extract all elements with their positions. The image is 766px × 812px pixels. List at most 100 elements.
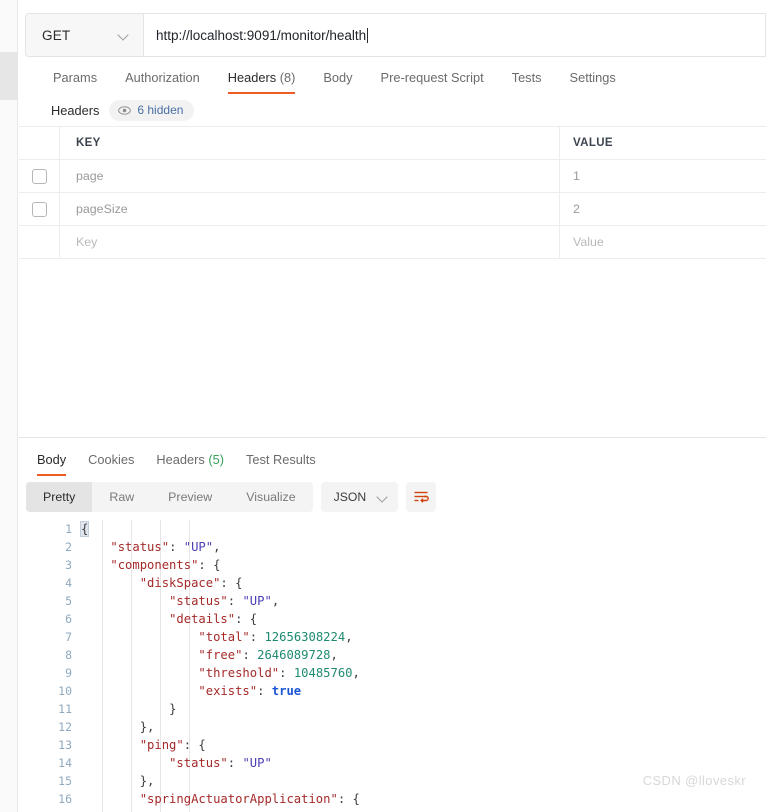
token-str: "UP" xyxy=(242,756,272,770)
response-format-select[interactable]: JSON xyxy=(320,482,398,512)
token-key: "status" xyxy=(110,540,170,554)
code-text: "components": { xyxy=(81,558,766,572)
token-punct: } xyxy=(169,702,177,716)
response-tab-test-results[interactable]: Test Results xyxy=(235,450,327,477)
code-text: "total": 12656308224, xyxy=(81,630,766,644)
headers-table: KEY VALUE page 1 pageSize 2 Key Value xyxy=(19,126,766,259)
line-number: 13 xyxy=(58,738,72,752)
token-punct: : xyxy=(242,648,258,662)
token-bool: true xyxy=(271,684,302,698)
code-text: "status": "UP", xyxy=(81,594,766,608)
tab-label: Headers xyxy=(156,452,205,467)
token-num: 12656308224 xyxy=(264,630,346,644)
row-key-cell[interactable]: page xyxy=(60,160,560,192)
row-value-text: 2 xyxy=(573,202,580,216)
view-mode-preview[interactable]: Preview xyxy=(151,482,229,512)
row-key-text: pageSize xyxy=(76,202,128,216)
line-number: 11 xyxy=(58,702,72,716)
code-line: 11 } xyxy=(19,700,766,718)
row-checkbox[interactable] xyxy=(31,168,47,184)
response-tab-body[interactable]: Body xyxy=(26,450,77,477)
tab-label: Settings xyxy=(569,70,616,85)
token-punct: : { xyxy=(198,558,221,572)
table-row[interactable]: page 1 xyxy=(19,160,766,193)
response-tab-headers[interactable]: Headers (5) xyxy=(145,450,235,477)
view-mode-raw[interactable]: Raw xyxy=(92,482,151,512)
row-value-cell[interactable]: Value xyxy=(560,226,766,258)
http-method-select[interactable]: GET xyxy=(25,13,143,57)
word-wrap-button[interactable] xyxy=(405,482,436,512)
token-punct: : xyxy=(169,540,184,554)
view-mode-visualize[interactable]: Visualize xyxy=(229,482,312,512)
row-value-cell[interactable]: 1 xyxy=(560,160,766,192)
code-line: 10 "exists": true xyxy=(19,682,766,700)
tab-label: Headers xyxy=(227,70,277,85)
response-body-viewer[interactable]: 1{2 "status": "UP", 3 "components": {4 "d… xyxy=(19,520,766,812)
request-tab-authorization[interactable]: Authorization xyxy=(111,64,214,96)
code-text: "status": "UP" xyxy=(81,756,766,770)
line-number: 6 xyxy=(65,612,72,626)
line-number: 15 xyxy=(58,774,72,788)
request-tab-pre-request-script[interactable]: Pre-request Script xyxy=(367,64,498,96)
word-wrap-icon xyxy=(414,491,429,503)
token-punct: : xyxy=(227,756,243,770)
line-number: 12 xyxy=(58,720,72,734)
token-key: "diskSpace" xyxy=(139,576,221,590)
line-number: 16 xyxy=(58,792,72,806)
code-text: "free": 2646089728, xyxy=(81,648,766,662)
table-row[interactable]: pageSize 2 xyxy=(19,193,766,226)
token-punct: { xyxy=(79,521,90,537)
token-key: "status" xyxy=(169,756,228,770)
table-row[interactable]: Key Value xyxy=(19,226,766,259)
request-tab-params[interactable]: Params xyxy=(45,64,111,96)
request-pane: GET http://localhost:9091/monitor/health… xyxy=(19,0,766,437)
response-tab-cookies[interactable]: Cookies xyxy=(77,450,145,477)
hidden-headers-count: 6 hidden xyxy=(137,103,184,117)
row-key-cell[interactable]: pageSize xyxy=(60,193,560,225)
response-toolbar: Pretty Raw Preview Visualize JSON xyxy=(26,482,436,512)
code-line: 14 "status": "UP" xyxy=(19,754,766,772)
hidden-headers-toggle[interactable]: 6 hidden xyxy=(109,100,195,121)
row-value-cell[interactable]: 2 xyxy=(560,193,766,225)
tab-count: (8) xyxy=(276,70,296,85)
header-cell-check xyxy=(19,127,60,159)
tab-label: Body xyxy=(323,70,353,85)
token-key: "status" xyxy=(169,594,228,608)
column-header-value: VALUE xyxy=(573,137,613,149)
token-num: 2646089728 xyxy=(257,648,331,662)
table-header-row: KEY VALUE xyxy=(19,126,766,160)
request-tab-settings[interactable]: Settings xyxy=(556,64,630,96)
token-punct: : xyxy=(279,666,294,680)
eye-icon xyxy=(118,105,132,115)
line-number: 1 xyxy=(65,522,72,536)
response-tabs: Body Cookies Headers (5) Test Results xyxy=(26,450,327,477)
url-input[interactable]: http://localhost:9091/monitor/health xyxy=(143,13,766,57)
token-punct: , xyxy=(345,630,353,644)
view-mode-pretty[interactable]: Pretty xyxy=(26,482,93,512)
request-tab-headers[interactable]: Headers (8) xyxy=(214,64,310,96)
row-value-text: Value xyxy=(573,235,604,249)
code-lines: 1{2 "status": "UP", 3 "components": {4 "d… xyxy=(19,520,766,808)
line-number: 9 xyxy=(65,666,72,680)
token-punct: : { xyxy=(220,576,243,590)
request-tab-body[interactable]: Body xyxy=(309,64,366,96)
request-tabs: Params Authorization Headers (8) Body Pre-re… xyxy=(45,64,630,96)
row-key-cell[interactable]: Key xyxy=(60,226,560,258)
row-checkbox-cell xyxy=(19,193,60,225)
tab-label: Params xyxy=(53,70,98,85)
row-key-text: Key xyxy=(76,235,98,249)
tab-label: Test Results xyxy=(245,452,316,467)
row-checkbox[interactable] xyxy=(31,201,47,217)
token-key: "threshold" xyxy=(198,666,280,680)
request-tab-tests[interactable]: Tests xyxy=(498,64,556,96)
text-caret xyxy=(367,27,369,43)
tab-label: Pre-request Script xyxy=(380,70,484,85)
code-line: 8 "free": 2646089728, xyxy=(19,646,766,664)
